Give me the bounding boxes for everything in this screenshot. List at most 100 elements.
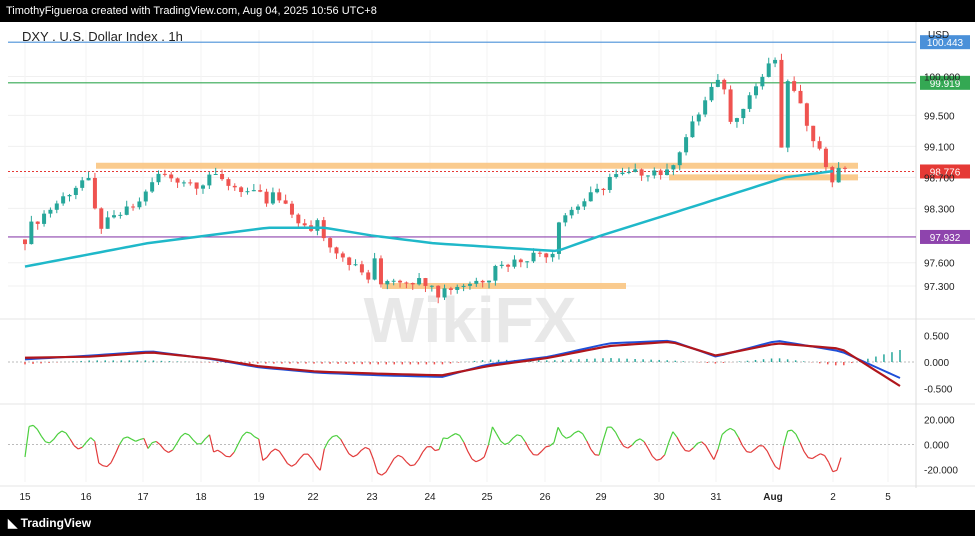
candle-body-17: [131, 206, 136, 208]
osc-segment-64: [282, 456, 288, 464]
osc-segment-160: [676, 436, 682, 446]
osc-segment-52: [233, 443, 239, 453]
candle-body-129: [843, 167, 847, 169]
x-tick-31: 31: [710, 492, 722, 503]
osc-segment-48: [217, 449, 223, 454]
candle-body-107: [703, 100, 708, 115]
osc-segment-106: [455, 433, 460, 436]
osc-segment-165: [697, 441, 702, 444]
osc-segment-84: [365, 446, 370, 450]
candle-body-58: [391, 280, 396, 282]
candle-body-86: [569, 209, 574, 216]
candle-body-67: [448, 288, 453, 290]
osc-segment-132: [561, 434, 567, 439]
candle-body-111: [728, 89, 733, 122]
price-tick-2: 99.100: [924, 142, 955, 153]
osc-segment-113: [483, 445, 489, 458]
candle-body-9: [80, 180, 85, 188]
candle-body-81: [537, 252, 542, 254]
osc-segment-73: [319, 448, 325, 471]
candle-body-30: [213, 174, 218, 176]
osc-segment-32: [151, 440, 157, 444]
candle-body-99: [652, 170, 657, 176]
candle-body-109: [715, 79, 720, 87]
osc-segment-61: [270, 448, 276, 453]
candle-body-49: [334, 247, 339, 254]
osc-segment-168: [709, 452, 715, 460]
osc-segment-54: [241, 431, 247, 437]
osc-segment-188: [791, 429, 797, 435]
osc-segment-9: [57, 430, 63, 435]
candle-body-97: [639, 169, 644, 176]
candle-body-7: [67, 194, 72, 197]
candle-body-89: [588, 192, 593, 202]
osc-segment-96: [414, 459, 420, 466]
candle-body-56: [378, 258, 383, 285]
osc-segment-60: [266, 451, 272, 458]
candle-body-73: [487, 280, 492, 283]
tradingview-screenshot: TimothyFigueroa created with TradingView…: [0, 0, 975, 536]
osc-segment-47: [213, 449, 218, 453]
candle-body-98: [645, 175, 650, 177]
osc-segment-87: [377, 472, 383, 476]
candle-body-48: [328, 238, 333, 248]
osc-segment-80: [348, 453, 354, 458]
x-tick-16: 16: [80, 492, 92, 503]
osc-segment-114: [487, 426, 494, 446]
candle-body-24: [175, 178, 180, 183]
caption-bar: TimothyFigueroa created with TradingView…: [0, 0, 975, 22]
osc-segment-31: [147, 442, 153, 449]
osc-segment-117: [500, 440, 506, 445]
osc-segment-190: [799, 442, 805, 452]
osc-segment-49: [221, 452, 227, 457]
osc-segment-126: [537, 450, 543, 456]
candle-body-60: [404, 282, 409, 284]
osc-segment-150: [635, 438, 641, 442]
osc-segment-67: [295, 458, 301, 465]
osc-segment-75: [328, 436, 333, 442]
osc-segment-34: [159, 444, 165, 451]
candle-body-83: [550, 253, 555, 258]
osc-segment-176: [742, 445, 748, 452]
candle-body-72: [480, 280, 485, 283]
brand-text: TradingView: [20, 516, 92, 530]
candle-body-64: [429, 285, 434, 287]
caption-text: TimothyFigueroa created with TradingView…: [6, 5, 377, 17]
osc-segment-6: [45, 441, 50, 444]
candle-body-32: [226, 179, 231, 186]
price-tick-5: 97.600: [924, 259, 955, 270]
osc-segment-45: [205, 434, 210, 440]
osc-segment-89: [385, 465, 391, 473]
candle-body-74: [493, 265, 498, 281]
osc-segment-101: [434, 448, 440, 452]
osc-segment-42: [192, 439, 198, 445]
candle-body-110: [722, 79, 727, 90]
osc-segment-164: [692, 442, 698, 449]
osc-segment-154: [651, 455, 657, 461]
osc-segment-76: [332, 434, 337, 438]
price-tick-4: 98.300: [924, 204, 955, 215]
x-tick-19: 19: [253, 492, 265, 503]
osc-segment-51: [229, 451, 235, 458]
osc-segment-152: [643, 441, 649, 450]
chart-canvas[interactable]: WikiFX100.44399.91998.77697.932100.00099…: [0, 22, 975, 510]
candle-body-65: [436, 285, 441, 298]
candle-body-116: [760, 76, 765, 87]
candle-body-50: [340, 253, 345, 258]
osc-segment-66: [291, 463, 296, 467]
osc-segment-1: [24, 426, 30, 458]
chart-title: DXY . U.S. Dollar Index . 1h: [22, 29, 183, 44]
candle-body-122: [798, 90, 803, 104]
candle-body-6: [61, 196, 66, 204]
candle-body-18: [137, 201, 142, 208]
osc-segment-92: [397, 454, 403, 458]
osc-segment-44: [200, 438, 206, 445]
osc-segment-136: [578, 430, 584, 435]
osc-segment-91: [393, 454, 399, 460]
osc-segment-40: [184, 432, 190, 436]
candle-body-112: [734, 118, 739, 122]
osc-segment-20: [102, 465, 108, 468]
osc-segment-100: [430, 446, 436, 452]
candle-body-37: [258, 190, 263, 192]
osc-segment-39: [180, 432, 186, 438]
